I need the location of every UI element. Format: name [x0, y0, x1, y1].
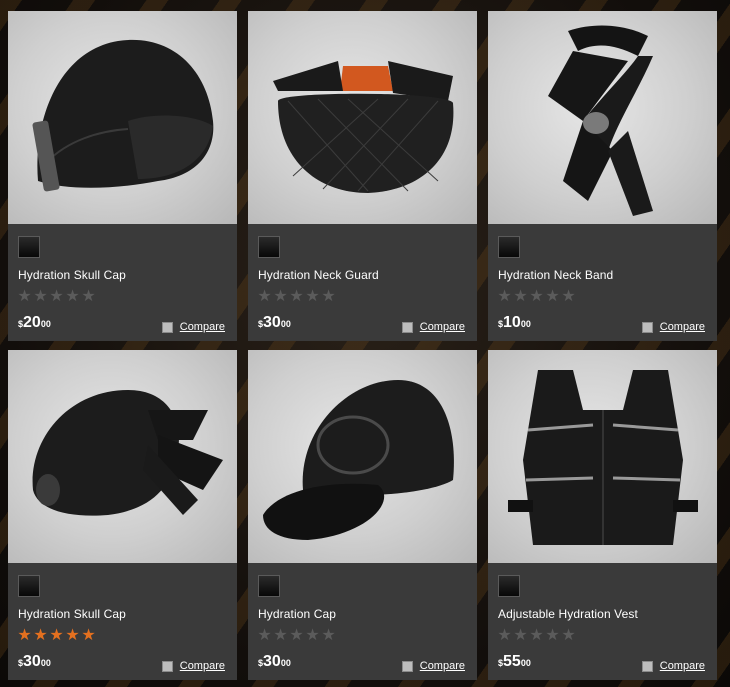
- star-icon: ★: [273, 288, 289, 305]
- star-icon: ★: [545, 288, 561, 305]
- product-name[interactable]: Hydration Neck Guard: [258, 268, 379, 282]
- star-icon: ★: [33, 627, 49, 644]
- star-icon: ★: [273, 627, 289, 644]
- product-name[interactable]: Hydration Cap: [258, 607, 336, 621]
- star-icon: ★: [33, 288, 49, 305]
- star-icon: ★: [321, 627, 337, 644]
- star-icon: ★: [305, 627, 321, 644]
- product-price: $3000: [258, 314, 291, 331]
- compare-toggle[interactable]: Compare: [641, 320, 705, 334]
- product-card[interactable]: Hydration Cap ★★★★★ $3000 Compare: [248, 350, 477, 680]
- product-card[interactable]: Hydration Neck Band ★★★★★ $1000 Compare: [488, 11, 717, 341]
- product-price: $3000: [18, 653, 51, 670]
- compare-label[interactable]: Compare: [180, 321, 225, 333]
- product-image[interactable]: [8, 350, 237, 563]
- compare-checkbox[interactable]: [401, 660, 413, 672]
- star-icon: ★: [545, 627, 561, 644]
- rating-stars: ★★★★★: [257, 289, 337, 305]
- product-price: $3000: [258, 653, 291, 670]
- product-price: $5500: [498, 653, 531, 670]
- product-grid: Hydration Skull Cap ★★★★★ $2000 Compare …: [0, 0, 730, 687]
- compare-toggle[interactable]: Compare: [641, 659, 705, 673]
- product-card[interactable]: Hydration Skull Cap ★★★★★ $3000 Compare: [8, 350, 237, 680]
- star-icon: ★: [257, 288, 273, 305]
- star-icon: ★: [529, 627, 545, 644]
- compare-checkbox[interactable]: [641, 660, 653, 672]
- star-icon: ★: [497, 288, 513, 305]
- star-icon: ★: [289, 288, 305, 305]
- product-card[interactable]: Hydration Skull Cap ★★★★★ $2000 Compare: [8, 11, 237, 341]
- compare-label[interactable]: Compare: [660, 321, 705, 333]
- product-price: $1000: [498, 314, 531, 331]
- baseball-cap-icon: [263, 380, 454, 540]
- product-card[interactable]: Adjustable Hydration Vest ★★★★★ $5500 Co…: [488, 350, 717, 680]
- neck-guard-icon: [273, 61, 454, 193]
- color-swatch[interactable]: [18, 236, 40, 258]
- product-image[interactable]: [488, 350, 717, 563]
- vest-icon: [508, 370, 698, 545]
- star-icon: ★: [289, 627, 305, 644]
- neck-band-icon: [548, 25, 653, 216]
- rating-stars: ★★★★★: [17, 289, 97, 305]
- star-icon: ★: [561, 288, 577, 305]
- product-image[interactable]: [248, 11, 477, 224]
- compare-checkbox[interactable]: [161, 321, 173, 333]
- star-icon: ★: [529, 288, 545, 305]
- star-icon: ★: [513, 627, 529, 644]
- star-icon: ★: [49, 627, 65, 644]
- product-name[interactable]: Hydration Skull Cap: [18, 607, 126, 621]
- product-name[interactable]: Hydration Neck Band: [498, 268, 613, 282]
- star-icon: ★: [81, 288, 97, 305]
- star-icon: ★: [17, 288, 33, 305]
- product-image[interactable]: [248, 350, 477, 563]
- color-swatch[interactable]: [18, 575, 40, 597]
- compare-checkbox[interactable]: [641, 321, 653, 333]
- star-icon: ★: [561, 627, 577, 644]
- star-icon: ★: [17, 627, 33, 644]
- star-icon: ★: [257, 627, 273, 644]
- color-swatch[interactable]: [258, 236, 280, 258]
- product-card[interactable]: Hydration Neck Guard ★★★★★ $3000 Compare: [248, 11, 477, 341]
- tied-skull-cap-icon: [32, 390, 223, 516]
- compare-toggle[interactable]: Compare: [401, 320, 465, 334]
- color-swatch[interactable]: [498, 236, 520, 258]
- star-icon: ★: [65, 288, 81, 305]
- compare-toggle[interactable]: Compare: [401, 659, 465, 673]
- compare-checkbox[interactable]: [401, 321, 413, 333]
- star-icon: ★: [81, 627, 97, 644]
- rating-stars: ★★★★★: [497, 289, 577, 305]
- product-name[interactable]: Hydration Skull Cap: [18, 268, 126, 282]
- star-icon: ★: [305, 288, 321, 305]
- star-icon: ★: [321, 288, 337, 305]
- compare-label[interactable]: Compare: [420, 660, 465, 672]
- star-icon: ★: [513, 288, 529, 305]
- product-price: $2000: [18, 314, 51, 331]
- color-swatch[interactable]: [498, 575, 520, 597]
- product-image[interactable]: [8, 11, 237, 224]
- rating-stars: ★★★★★: [257, 628, 337, 644]
- color-swatch[interactable]: [258, 575, 280, 597]
- compare-toggle[interactable]: Compare: [161, 659, 225, 673]
- product-image[interactable]: [488, 11, 717, 224]
- star-icon: ★: [49, 288, 65, 305]
- compare-checkbox[interactable]: [161, 660, 173, 672]
- skull-cap-icon: [32, 39, 214, 192]
- compare-label[interactable]: Compare: [180, 660, 225, 672]
- compare-label[interactable]: Compare: [420, 321, 465, 333]
- compare-toggle[interactable]: Compare: [161, 320, 225, 334]
- compare-label[interactable]: Compare: [660, 660, 705, 672]
- star-icon: ★: [65, 627, 81, 644]
- rating-stars: ★★★★★: [17, 628, 97, 644]
- star-icon: ★: [497, 627, 513, 644]
- rating-stars: ★★★★★: [497, 628, 577, 644]
- product-name[interactable]: Adjustable Hydration Vest: [498, 607, 638, 621]
